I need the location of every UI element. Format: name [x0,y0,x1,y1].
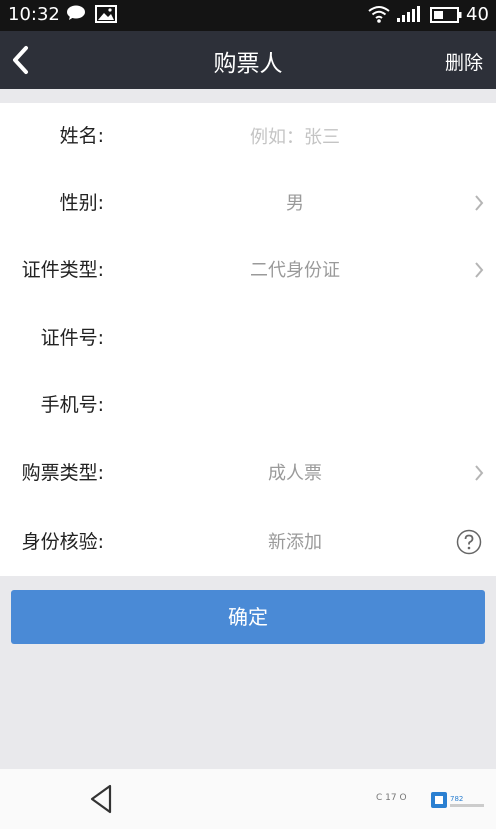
svg-text:782: 782 [450,795,463,803]
passenger-form: 姓名: 性别: 男 证件类型: 二代身份证 证件号: 手机号: 购票类型: 成人… [0,103,496,576]
name-input[interactable] [150,123,440,151]
watermark-logo: 782 [431,792,484,808]
verification-label: 身份核验: [21,531,104,553]
image-icon [95,5,117,23]
id-type-row[interactable]: 证件类型: 二代身份证 [0,237,496,304]
status-bar: 10:32 40 [0,0,496,31]
gender-value: 男 [286,193,304,214]
chevron-right-icon [475,195,484,211]
delete-button[interactable]: 删除 [445,48,483,75]
ticket-type-value: 成人票 [268,463,322,484]
name-row: 姓名: [0,103,496,170]
help-icon[interactable] [456,529,482,555]
phone-label: 手机号: [40,394,104,416]
id-number-row: 证件号: [0,305,496,372]
phone-input[interactable] [150,392,440,420]
id-number-input[interactable] [150,325,440,353]
section-gap [0,89,496,103]
verification-row: 身份核验: 新添加 [0,509,496,576]
chevron-right-icon [475,465,484,481]
phone-row: 手机号: [0,372,496,439]
battery-icon [430,7,462,23]
verification-value: 新添加 [268,532,322,553]
ticket-type-label: 购票类型: [21,462,104,484]
chevron-right-icon [475,262,484,278]
app-bar: 购票人 删除 [0,31,496,89]
confirm-button[interactable]: 确定 [11,590,485,644]
page-title: 购票人 [213,51,283,77]
status-time: 10:32 [8,4,60,25]
id-number-label: 证件号: [40,327,104,349]
chat-icon [67,5,85,20]
id-type-label: 证件类型: [21,259,104,281]
gender-label: 性别: [59,192,104,214]
id-type-value: 二代身份证 [250,260,340,281]
triangle-back-icon[interactable] [88,783,116,815]
battery-level: 40 [466,4,489,25]
watermark-text: C 17 O [376,793,407,803]
navigation-bar: C 17 O 782 [0,769,496,829]
wifi-icon [368,6,390,23]
signal-icon [397,6,420,22]
gender-row[interactable]: 性别: 男 [0,170,496,237]
name-label: 姓名: [59,125,104,147]
ticket-type-row[interactable]: 购票类型: 成人票 [0,440,496,507]
